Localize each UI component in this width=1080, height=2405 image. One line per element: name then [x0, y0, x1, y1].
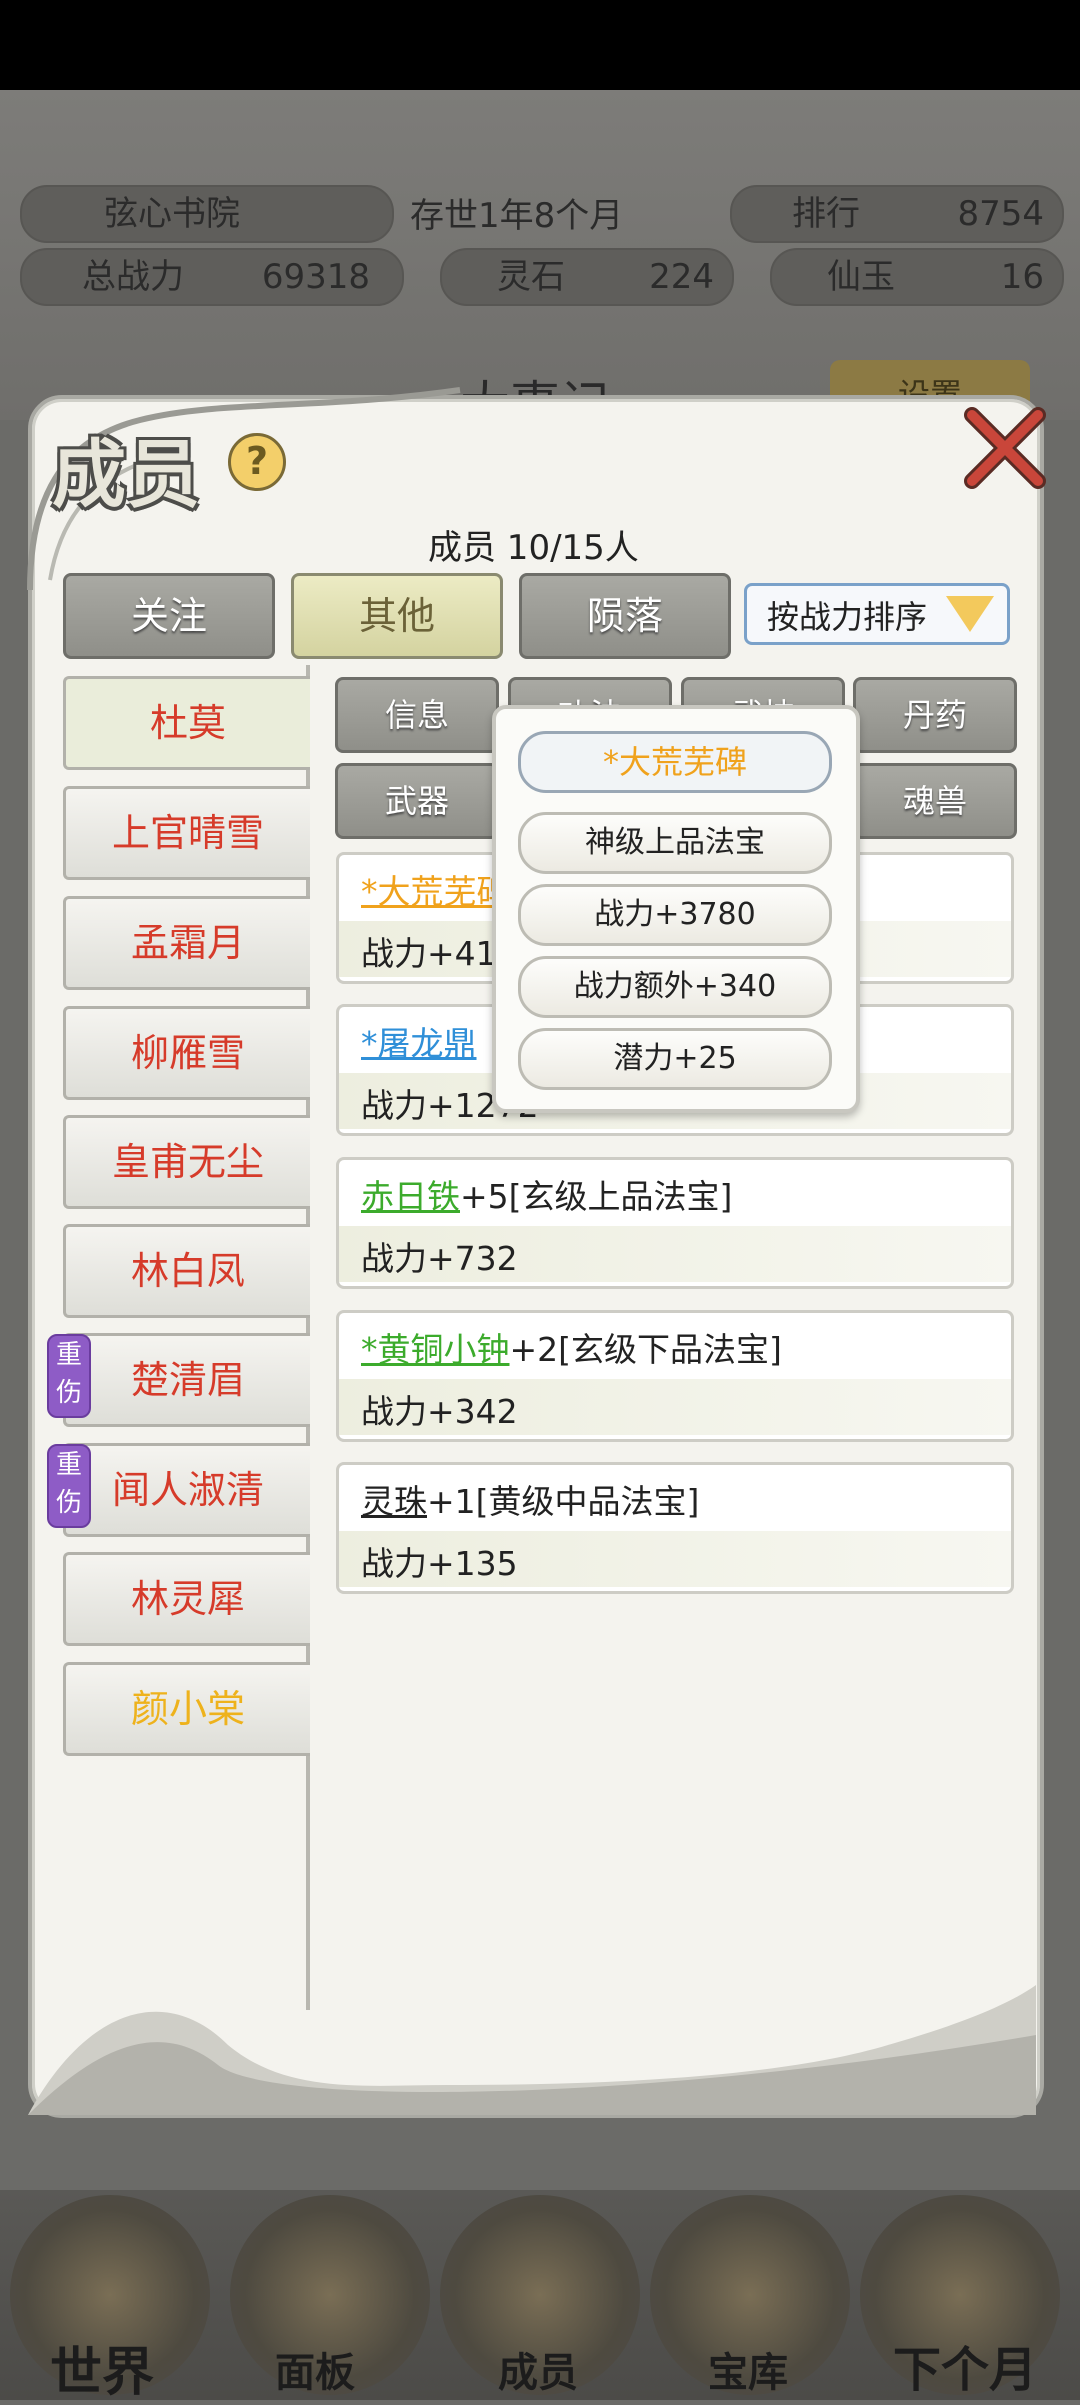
- member-name: 上官晴雪: [111, 811, 264, 855]
- rank-label: 排行: [792, 194, 860, 234]
- sect-name-pill: 弦心书院: [20, 185, 394, 243]
- rank-pill[interactable]: 排行 8754: [730, 185, 1064, 243]
- popup-extra-power: 战力额外+340: [518, 956, 832, 1018]
- item-name[interactable]: *屠龙鼎: [361, 1024, 477, 1063]
- stone-value: 224: [649, 257, 714, 297]
- item-power: 战力+732: [361, 1239, 518, 1278]
- power-pill: 总战力 69318: [20, 248, 404, 306]
- member-name: 楚清眉: [130, 1358, 245, 1402]
- jade-label: 仙玉: [827, 257, 895, 297]
- member-item[interactable]: 皇甫无尘: [63, 1115, 310, 1209]
- power-value: 69318: [261, 257, 370, 297]
- member-name: 林灵犀: [130, 1577, 245, 1621]
- nav-members[interactable]: 成员: [498, 2340, 578, 2398]
- item-name[interactable]: *黄铜小钟: [361, 1330, 510, 1369]
- cloud-decoration-bottom: [28, 1985, 1036, 2115]
- tab-weapon[interactable]: 武器: [335, 763, 499, 839]
- tab-info[interactable]: 信息: [335, 677, 499, 753]
- dialog-title: 成员: [52, 432, 200, 518]
- item-card[interactable]: 灵珠+1[黄级中品法宝] 战力+135: [336, 1462, 1014, 1594]
- item-grade: +5[玄级上品法宝]: [460, 1177, 733, 1216]
- member-item[interactable]: 孟霜月: [63, 896, 310, 990]
- item-power-row: 战力+135: [339, 1531, 1011, 1587]
- member-name: 皇甫无尘: [111, 1140, 264, 1184]
- member-item[interactable]: 林白凤: [63, 1224, 310, 1318]
- item-title: *黄铜小钟+2[玄级下品法宝]: [361, 1323, 782, 1371]
- item-card[interactable]: *黄铜小钟+2[玄级下品法宝] 战力+342: [336, 1310, 1014, 1442]
- item-title: *屠龙鼎: [361, 1017, 477, 1065]
- member-name: 闻人淑清: [111, 1468, 264, 1512]
- popup-power: 战力+3780: [518, 884, 832, 946]
- tab-beast[interactable]: 魂兽: [853, 763, 1017, 839]
- jade-pill: 仙玉 16: [770, 248, 1064, 306]
- nav-panel[interactable]: 面板: [275, 2340, 355, 2398]
- popup-potential: 潜力+25: [518, 1028, 832, 1090]
- nav-world[interactable]: 世界: [50, 2330, 154, 2405]
- jade-value: 16: [1000, 257, 1044, 297]
- stone-label: 灵石: [497, 257, 565, 297]
- filter-other-button[interactable]: 其他: [291, 573, 503, 659]
- status-bar: [0, 0, 1080, 90]
- member-name: 林白凤: [130, 1249, 245, 1293]
- injury-badge: 重伤: [47, 1334, 91, 1418]
- member-name: 孟霜月: [130, 921, 245, 965]
- item-grade: +1[黄级中品法宝]: [427, 1482, 700, 1521]
- item-power: 战力+342: [361, 1392, 518, 1431]
- member-item[interactable]: 颜小棠: [63, 1662, 310, 1756]
- injury-badge: 重伤: [47, 1444, 91, 1528]
- power-label: 总战力: [82, 257, 184, 297]
- nav-next-month[interactable]: 下个月: [893, 2330, 1037, 2400]
- item-grade: +2[玄级下品法宝]: [509, 1330, 782, 1369]
- member-name: 颜小棠: [130, 1687, 245, 1731]
- item-power: 战力+41: [361, 934, 497, 973]
- member-count: 成员 10/15人: [428, 528, 639, 568]
- sect-name: 弦心书院: [104, 194, 240, 234]
- item-power: 战力+135: [361, 1544, 518, 1583]
- filter-follow-button[interactable]: 关注: [63, 573, 275, 659]
- tab-pills[interactable]: 丹药: [853, 677, 1017, 753]
- item-name[interactable]: *大荒芜碑: [361, 872, 510, 911]
- member-item[interactable]: 杜莫: [63, 676, 310, 770]
- item-name[interactable]: 灵珠: [361, 1482, 427, 1521]
- item-card[interactable]: 赤日铁+5[玄级上品法宝] 战力+732: [336, 1157, 1014, 1289]
- help-icon[interactable]: ?: [228, 433, 286, 491]
- chevron-down-icon: [946, 596, 994, 632]
- nav-treasury[interactable]: 宝库: [708, 2340, 788, 2398]
- member-name: 杜莫: [149, 701, 226, 745]
- header-panel: 弦心书院 存世1年8个月 排行 8754 总战力 69318 灵石 224 仙玉…: [0, 90, 1080, 434]
- stone-pill: 灵石 224: [440, 248, 734, 306]
- item-power-row: 战力+732: [339, 1226, 1011, 1282]
- item-title: 灵珠+1[黄级中品法宝]: [361, 1475, 699, 1523]
- member-name: 柳雁雪: [130, 1031, 245, 1075]
- popup-item-title: *大荒芜碑: [518, 731, 832, 793]
- member-item[interactable]: 上官晴雪: [63, 786, 310, 880]
- item-name[interactable]: 赤日铁: [361, 1177, 460, 1216]
- popup-grade: 神级上品法宝: [518, 812, 832, 874]
- item-power-row: 战力+342: [339, 1379, 1011, 1435]
- item-title: *大荒芜碑: [361, 865, 510, 913]
- member-item[interactable]: 楚清眉: [63, 1333, 310, 1427]
- sort-label: 按战力排序: [767, 598, 928, 636]
- existence-time: 存世1年8个月: [410, 196, 624, 236]
- member-item[interactable]: 柳雁雪: [63, 1006, 310, 1100]
- item-title: 赤日铁+5[玄级上品法宝]: [361, 1170, 732, 1218]
- member-item[interactable]: 闻人淑清: [63, 1443, 310, 1537]
- filter-fallen-button[interactable]: 陨落: [519, 573, 731, 659]
- item-detail-popup: *大荒芜碑 神级上品法宝 战力+3780 战力额外+340 潜力+25: [492, 705, 860, 1113]
- member-item[interactable]: 林灵犀: [63, 1552, 310, 1646]
- close-icon[interactable]: [962, 405, 1048, 491]
- rank-value: 8754: [957, 194, 1044, 234]
